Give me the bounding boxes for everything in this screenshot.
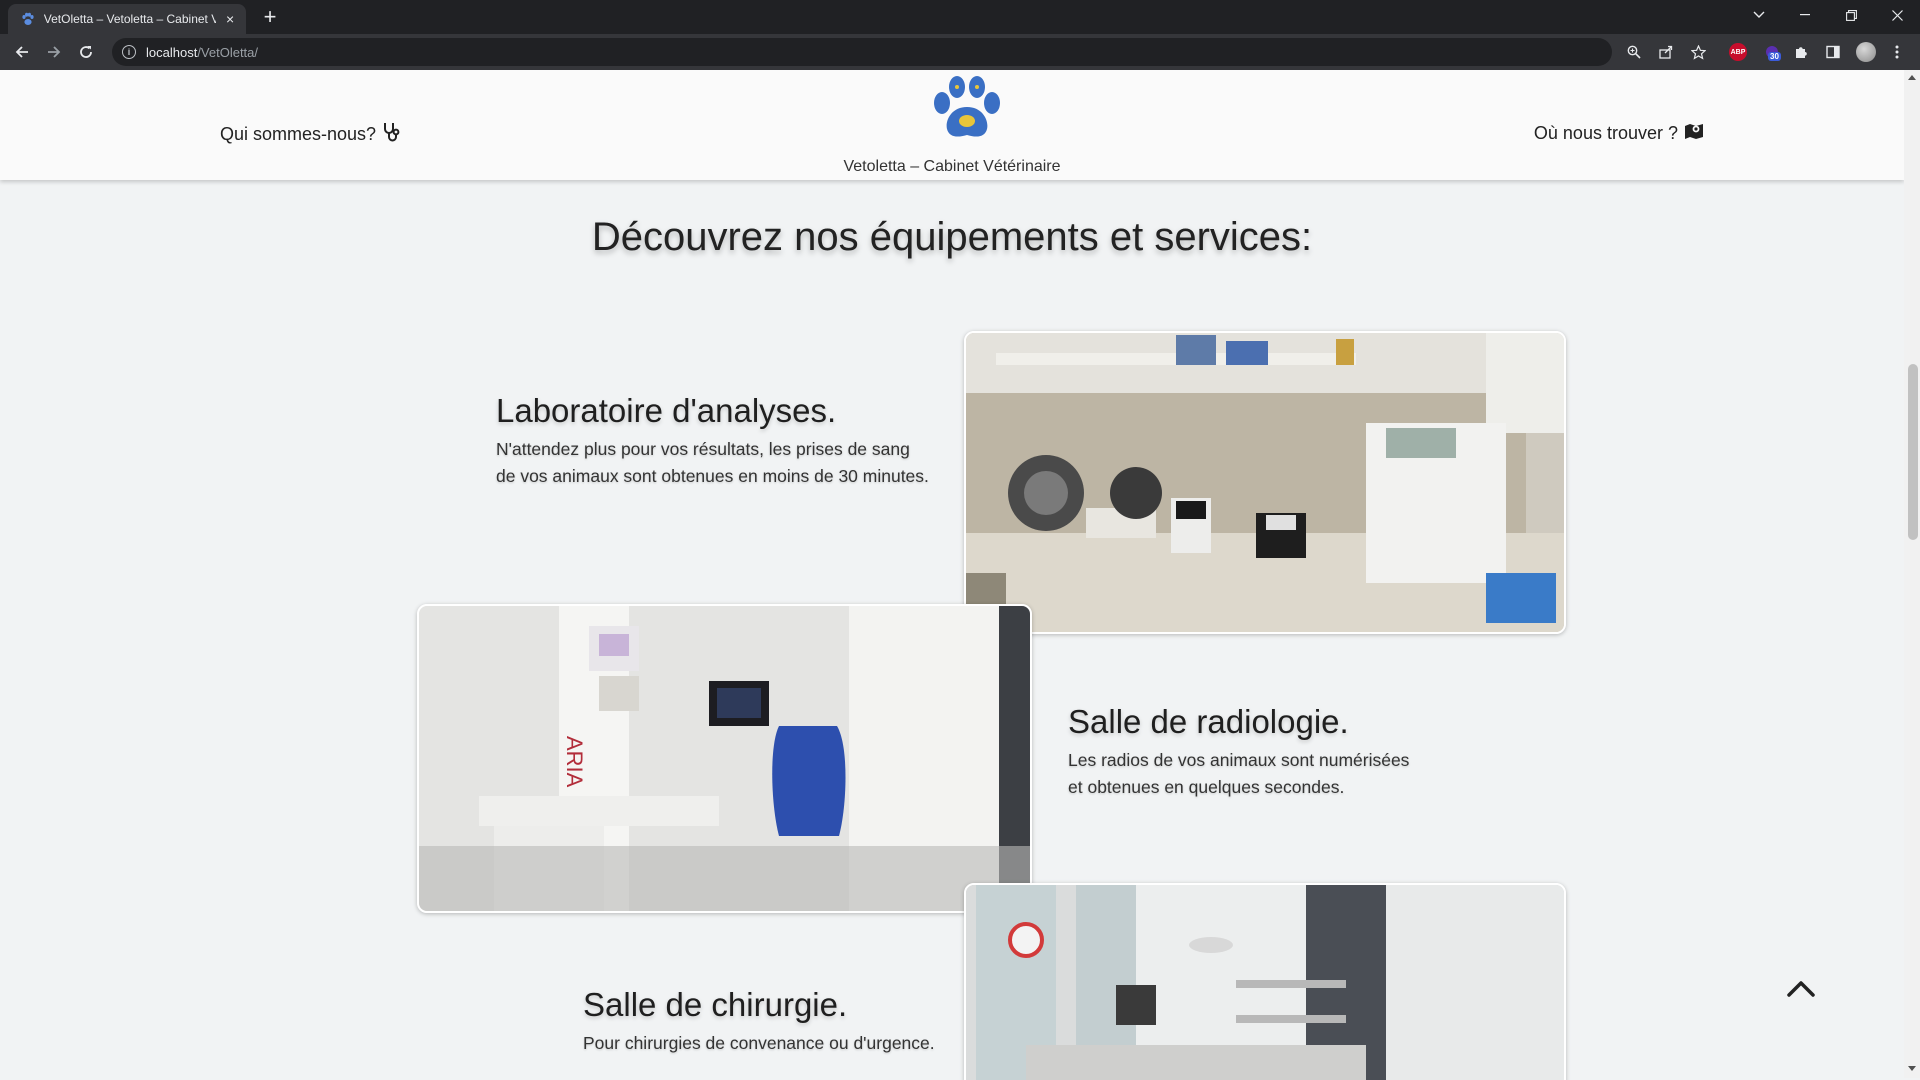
svg-text:ARIA: ARIA [562, 736, 587, 788]
side-panel-icon[interactable] [1824, 43, 1842, 61]
surgery-photo [964, 883, 1566, 1080]
scroll-down-arrow-icon[interactable] [1908, 1066, 1916, 1074]
adblock-icon[interactable]: ABP [1729, 43, 1747, 61]
minimize-icon[interactable] [1782, 0, 1828, 30]
service-title-laboratory: Laboratoire d'analyses. [496, 392, 837, 429]
scrollbar-thumb[interactable] [1908, 364, 1918, 540]
service-text-surgery: Pour chirurgies de convenance ou d'urgen… [583, 1033, 935, 1053]
page-scrollbar[interactable] [1904, 70, 1920, 1078]
map-marker-icon [1684, 122, 1704, 145]
url-text: localhost/VetOletta/ [146, 44, 259, 60]
new-tab-button[interactable]: + [258, 4, 282, 30]
browser-menu-icon[interactable] [1888, 43, 1906, 61]
address-bar[interactable]: i localhost/VetOletta/ [112, 38, 1612, 66]
brand-name: Vetoletta – Cabinet Vétérinaire [843, 158, 1061, 175]
tab-search-icon[interactable] [1736, 0, 1782, 30]
back-arrow-icon[interactable] [8, 38, 36, 66]
service-title-surgery: Salle de chirurgie. [583, 986, 848, 1023]
nav-location-label: Où nous trouver ? [1533, 123, 1678, 143]
site-header: Qui sommes-nous? Vetoletta – Cabinet Vét… [0, 70, 1904, 180]
extension-badge: 30 [1768, 52, 1781, 61]
close-window-icon[interactable] [1874, 0, 1920, 30]
scroll-to-top-button[interactable] [1783, 973, 1819, 1003]
nav-about-label: Qui sommes-nous? [220, 124, 377, 144]
bookmark-star-icon[interactable] [1689, 43, 1707, 61]
nav-location-link[interactable]: Où nous trouver ? [1534, 122, 1704, 145]
stethoscope-icon [382, 122, 400, 147]
laboratory-photo [964, 331, 1566, 634]
profile-avatar-icon[interactable] [1856, 42, 1876, 62]
browser-tab[interactable]: VetOletta – Vetoletta – Cabinet V × [8, 4, 246, 34]
reload-icon[interactable] [72, 38, 100, 66]
service-text-radiology: Les radios de vos animaux sont numérisée… [1068, 750, 1410, 797]
browser-toolbar: i localhost/VetOletta/ ABP 30 [0, 34, 1920, 70]
page-viewport: Qui sommes-nous? Vetoletta – Cabinet Vét… [0, 70, 1904, 1080]
share-icon[interactable] [1657, 43, 1675, 61]
puzzle-icon[interactable] [1792, 43, 1810, 61]
radiology-photo: ARIA [417, 604, 1032, 913]
restore-icon[interactable] [1828, 0, 1874, 30]
nav-about-link[interactable]: Qui sommes-nous? [220, 122, 400, 147]
tab-title: VetOletta – Vetoletta – Cabinet V [43, 12, 217, 26]
site-info-icon[interactable]: i [122, 45, 136, 59]
paw-logo[interactable] [931, 75, 1003, 145]
service-title-radiology: Salle de radiologie. [1068, 703, 1349, 740]
zoom-icon[interactable] [1625, 43, 1643, 61]
section-title: Découvrez nos équipements et services: [591, 215, 1313, 259]
forward-arrow-icon[interactable] [40, 38, 68, 66]
browser-tab-strip: VetOletta – Vetoletta – Cabinet V × + [0, 0, 1920, 34]
paw-favicon-icon [20, 11, 36, 27]
service-text-laboratory: N'attendez plus pour vos résultats, les … [496, 439, 929, 486]
scroll-up-arrow-icon[interactable] [1908, 74, 1916, 82]
close-tab-icon[interactable]: × [222, 11, 238, 27]
